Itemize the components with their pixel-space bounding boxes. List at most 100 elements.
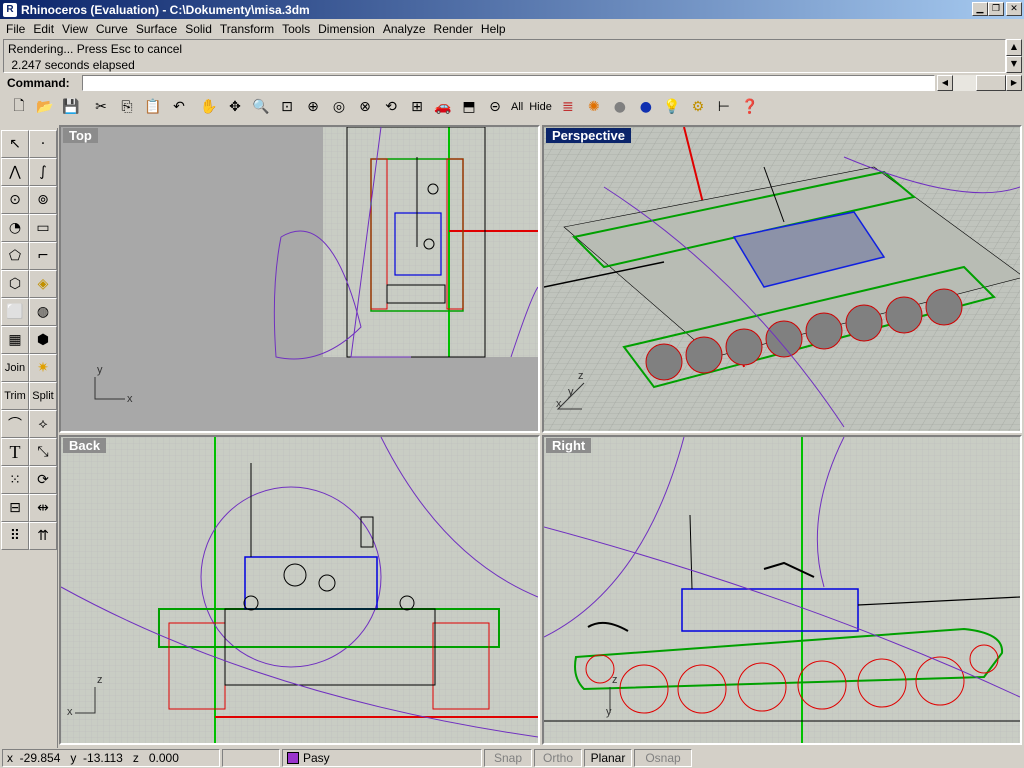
box-icon[interactable]: ⬜	[1, 298, 29, 326]
menu-surface[interactable]: Surface	[132, 22, 181, 36]
layout-icon[interactable]: ⊟	[1, 494, 29, 522]
zoom-extents-icon[interactable]: ⊕	[300, 94, 326, 120]
mesh-icon[interactable]: ▦	[1, 326, 29, 354]
scroll-track[interactable]	[953, 74, 976, 91]
paste-icon[interactable]: 📋	[140, 94, 166, 120]
surface-icon[interactable]: ⬡	[1, 270, 29, 298]
planar-toggle[interactable]: Planar	[584, 748, 632, 767]
current-layer[interactable]: Pasy	[282, 748, 482, 767]
command-bar: Command: ◀ ▶	[3, 74, 1022, 91]
car-icon[interactable]: 🚗	[430, 94, 456, 120]
menu-view[interactable]: View	[58, 22, 92, 36]
menu-render[interactable]: Render	[430, 22, 477, 36]
extend-icon[interactable]: ⟡	[29, 410, 57, 438]
menu-file[interactable]: File	[2, 22, 29, 36]
perspective-viewport[interactable]: Perspective z y x	[542, 125, 1022, 433]
arrows-up-icon[interactable]: ⇈	[29, 522, 57, 550]
history-scrollbar[interactable]: ▲ ▼	[1006, 39, 1022, 73]
point-icon[interactable]: ·	[29, 130, 57, 158]
layers-icon[interactable]: ≣	[555, 94, 581, 120]
maximize-button[interactable]: ❐	[988, 2, 1004, 16]
menu-solid[interactable]: Solid	[181, 22, 216, 36]
light-bulb-icon[interactable]: 💡	[659, 94, 685, 120]
x-axis-label: x	[67, 706, 73, 718]
save-icon[interactable]: 💾	[58, 94, 84, 120]
render-sphere-icon[interactable]: ●	[633, 94, 659, 120]
scroll-right-icon[interactable]: ▶	[1006, 74, 1022, 91]
trim-button[interactable]: Trim	[1, 382, 29, 410]
mirror-icon[interactable]: ⇹	[29, 494, 57, 522]
rhino-app-icon[interactable]: R	[3, 2, 17, 17]
zoom-dynamic-icon[interactable]: 🔍	[248, 94, 274, 120]
join-button[interactable]: Join	[1, 354, 29, 382]
color-wheel-icon[interactable]: ✺	[581, 94, 607, 120]
text-tool-icon[interactable]: T	[1, 438, 29, 466]
zoom-selected-icon[interactable]: ◎	[326, 94, 352, 120]
ortho-toggle[interactable]: Ortho	[534, 748, 582, 767]
select-all-button[interactable]: All	[508, 94, 526, 120]
polyline-icon[interactable]: ⋀	[1, 158, 29, 186]
minimize-button[interactable]: ▁	[972, 2, 988, 16]
zoom-all-icon[interactable]: ⊗	[352, 94, 378, 120]
hide-button[interactable]: Hide	[526, 94, 555, 120]
cut-icon[interactable]: ✂	[88, 94, 114, 120]
rotate-view-icon[interactable]: ✥	[222, 94, 248, 120]
menu-edit[interactable]: Edit	[29, 22, 58, 36]
pan-hand-icon[interactable]: ✋	[196, 94, 222, 120]
menu-help[interactable]: Help	[477, 22, 510, 36]
options-gear-icon[interactable]: ⚙	[685, 94, 711, 120]
arc-icon[interactable]: ◔	[1, 214, 29, 242]
dimension-icon[interactable]: ⊢	[711, 94, 737, 120]
array-icon[interactable]: ⁙	[1, 466, 29, 494]
menu-transform[interactable]: Transform	[216, 22, 278, 36]
circle-icon[interactable]: ⊙	[1, 186, 29, 214]
curve-icon[interactable]: ∫	[29, 158, 57, 186]
undo-icon[interactable]: ↶	[166, 94, 192, 120]
loft-icon[interactable]: ◈	[29, 270, 57, 298]
right-viewport[interactable]: Right z y	[542, 435, 1022, 745]
sphere-icon[interactable]: ◍	[29, 298, 57, 326]
close-button[interactable]: ✕	[1006, 2, 1022, 16]
fillet-curve-icon[interactable]: ⌐	[29, 242, 57, 270]
menu-dimension[interactable]: Dimension	[314, 22, 379, 36]
polysurface-icon[interactable]: ⬢	[29, 326, 57, 354]
select-arrow-icon[interactable]: ↖	[1, 130, 29, 158]
rotate-icon[interactable]: ⟳	[29, 466, 57, 494]
scroll-thumb[interactable]	[976, 74, 1006, 91]
cplane-icon[interactable]: ⊝	[482, 94, 508, 120]
scroll-down-icon[interactable]: ▼	[1006, 56, 1022, 73]
menu-curve[interactable]: Curve	[92, 22, 132, 36]
command-scrollbar[interactable]: ◀ ▶	[937, 74, 1022, 91]
grid-array-icon[interactable]: ⠿	[1, 522, 29, 550]
undo-view-icon[interactable]: ⟲	[378, 94, 404, 120]
ellipse-icon[interactable]: ⊚	[29, 186, 57, 214]
shade-sphere-icon[interactable]: ●	[607, 94, 633, 120]
viewport-title-perspective[interactable]: Perspective	[546, 128, 631, 143]
scroll-up-icon[interactable]: ▲	[1006, 39, 1022, 56]
back-viewport[interactable]: Back z x	[59, 435, 540, 745]
fillet-icon[interactable]: ⌒	[1, 410, 29, 438]
viewport-title-top[interactable]: Top	[63, 128, 98, 143]
viewport-title-right[interactable]: Right	[546, 438, 592, 453]
top-viewport[interactable]: Top y x	[59, 125, 540, 433]
snap-toggle[interactable]: Snap	[484, 748, 532, 767]
command-label: Command:	[7, 75, 70, 90]
new-file-icon[interactable]: 🗋	[6, 94, 32, 120]
scale-icon[interactable]: ⤡	[29, 438, 57, 466]
split-button[interactable]: Split	[29, 382, 57, 410]
open-file-icon[interactable]: 📂	[32, 94, 58, 120]
polygon-icon[interactable]: ⬠	[1, 242, 29, 270]
rectangle-icon[interactable]: ▭	[29, 214, 57, 242]
zoom-window-icon[interactable]: ⊡	[274, 94, 300, 120]
osnap-toggle[interactable]: Osnap	[634, 748, 692, 767]
scroll-left-icon[interactable]: ◀	[937, 74, 953, 91]
explode-icon[interactable]: ✷	[29, 354, 57, 382]
four-viewports-icon[interactable]: ⊞	[404, 94, 430, 120]
select-icon[interactable]: ⬒	[456, 94, 482, 120]
copy-icon[interactable]: ⎘	[114, 94, 140, 120]
menu-tools[interactable]: Tools	[278, 22, 314, 36]
command-input[interactable]	[82, 74, 935, 91]
help-icon[interactable]: ❓	[737, 94, 763, 120]
menu-analyze[interactable]: Analyze	[379, 22, 430, 36]
viewport-title-back[interactable]: Back	[63, 438, 107, 453]
